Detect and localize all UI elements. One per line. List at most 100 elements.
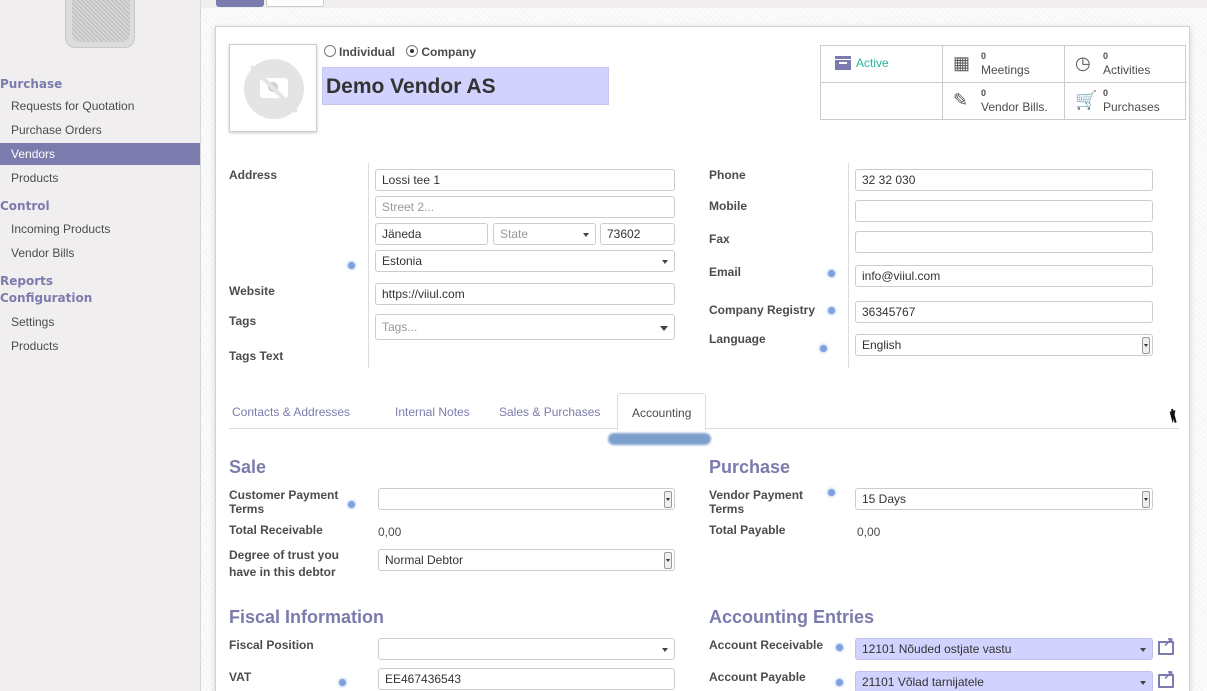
vendor-payment-terms-value: 15 Days: [862, 492, 907, 506]
sidebar-item-purchase-orders[interactable]: Purchase Orders: [0, 119, 200, 141]
sidebar-item-products[interactable]: Products: [0, 167, 200, 189]
tab-contacts-addresses[interactable]: Contacts & Addresses: [232, 405, 350, 419]
required-dot-icon: [836, 679, 843, 686]
sidebar: Purchase Requests for Quotation Purchase…: [0, 0, 200, 691]
tab-sales-purchases[interactable]: Sales & Purchases: [499, 405, 600, 419]
required-dot-icon: [836, 644, 843, 651]
sidebar-item-config-products[interactable]: Products: [0, 335, 200, 357]
city-input[interactable]: Jäneda: [375, 223, 488, 245]
country-select[interactable]: Estonia: [375, 250, 675, 272]
account-receivable-select[interactable]: 12101 Nõuded ostjate vastu: [855, 638, 1153, 660]
meetings-count: 0: [981, 51, 987, 61]
vendor-payment-terms-label-1: Vendor Payment: [709, 488, 804, 502]
partner-avatar[interactable]: [229, 44, 317, 132]
tags-placeholder: Tags...: [382, 320, 418, 334]
active-label: Active: [856, 56, 889, 70]
meetings-label: Meetings: [981, 63, 1030, 77]
sidebar-section-reports[interactable]: Reports: [0, 274, 53, 288]
trust-select[interactable]: Normal Debtor: [378, 549, 675, 571]
mobile-label: Mobile: [709, 199, 747, 213]
meetings-button[interactable]: ▦ 0 Meetings: [943, 46, 1065, 83]
control-panel: [201, 0, 1207, 8]
street2-input[interactable]: Street 2...: [375, 196, 675, 218]
zip-input[interactable]: 73602: [600, 223, 675, 245]
vendor-payment-terms-select[interactable]: 15 Days: [855, 488, 1153, 510]
fiscal-position-label: Fiscal Position: [229, 638, 314, 652]
chevron-down-icon: [583, 233, 589, 237]
activities-button[interactable]: ◷ 0 Activities: [1065, 46, 1187, 83]
street-input[interactable]: Lossi tee 1: [375, 169, 675, 191]
sidebar-item-settings[interactable]: Settings: [0, 311, 200, 333]
sidebar-item-vendors[interactable]: Vendors: [0, 143, 200, 165]
vat-input[interactable]: EE467436543: [378, 668, 675, 690]
vendor-bills-label: Vendor Bills.: [981, 100, 1048, 114]
notebook-tabs: Contacts & Addresses Internal Notes Sale…: [229, 393, 1179, 430]
radio-company[interactable]: [406, 45, 419, 57]
purchases-button[interactable]: 🛒 0 Purchases: [1065, 83, 1187, 120]
radio-label-individual: Individual: [339, 45, 396, 59]
language-value: English: [862, 338, 902, 352]
required-dot-icon: [828, 489, 835, 496]
activities-label: Activities: [1103, 63, 1151, 77]
company-registry-input[interactable]: 36345767: [855, 301, 1153, 323]
radio-label-company: Company: [421, 45, 477, 59]
partner-name-input[interactable]: Demo Vendor AS: [322, 67, 609, 105]
sidebar-section-control: Control: [0, 199, 50, 213]
company-type-radio: Individual Company: [324, 45, 484, 59]
customer-payment-terms-label-1: Customer Payment: [229, 488, 339, 502]
tags-text-label: Tags Text: [229, 349, 284, 363]
required-dot-icon: [339, 679, 346, 686]
smart-buttons: Active ▦ 0 Meetings ◷ 0 Activities ✎ 0 V…: [820, 45, 1187, 120]
highlight-scribble: [608, 433, 711, 445]
fax-label: Fax: [709, 232, 730, 246]
customer-payment-terms-select[interactable]: [378, 488, 675, 510]
chevron-down-icon: [664, 491, 672, 508]
account-receivable-value: 12101 Nõuded ostjate vastu: [862, 642, 1012, 656]
fiscal-position-select[interactable]: [378, 638, 675, 660]
account-receivable-label: Account Receivable: [709, 638, 824, 652]
calendar-icon: ▦: [953, 53, 971, 73]
language-select[interactable]: English: [855, 334, 1153, 356]
customer-payment-terms-label-2: Terms: [229, 502, 265, 516]
sidebar-item-vendor-bills[interactable]: Vendor Bills: [0, 242, 200, 264]
chevron-down-icon: [660, 326, 668, 331]
sidebar-section-purchase: Purchase: [0, 77, 63, 91]
chevron-down-icon: [1140, 681, 1146, 685]
trust-label-1: Degree of trust you: [229, 548, 340, 562]
phone-input[interactable]: 32 32 030: [855, 169, 1153, 191]
state-placeholder: State: [500, 227, 529, 241]
email-input[interactable]: info@viiul.com: [855, 265, 1153, 287]
account-payable-select[interactable]: 21101 Võlad tarnijatele: [855, 671, 1153, 691]
save-button[interactable]: [216, 0, 264, 7]
chevron-down-icon: [1140, 648, 1146, 652]
radio-individual[interactable]: [324, 45, 336, 57]
website-input[interactable]: https://viiul.com: [375, 283, 675, 305]
vendor-payment-terms-label-2: Terms: [709, 502, 745, 516]
fiscal-section-title: Fiscal Information: [229, 607, 385, 627]
vendor-bills-button[interactable]: ✎ 0 Vendor Bills.: [943, 83, 1065, 120]
sidebar-item-rfq[interactable]: Requests for Quotation: [0, 95, 200, 117]
phone-label: Phone: [709, 168, 746, 182]
state-select[interactable]: State: [493, 223, 596, 245]
external-link-icon[interactable]: [1158, 667, 1174, 688]
sale-section-title: Sale: [229, 457, 267, 477]
tab-internal-notes[interactable]: Internal Notes: [395, 405, 470, 419]
vendor-bills-count: 0: [981, 88, 987, 98]
total-receivable-label: Total Receivable: [229, 523, 323, 537]
smart-button-empty: [821, 83, 943, 120]
discard-button[interactable]: [266, 0, 324, 7]
fax-input[interactable]: [855, 231, 1153, 253]
sidebar-item-incoming-products[interactable]: Incoming Products: [0, 218, 200, 240]
chevron-down-icon: [1142, 337, 1150, 354]
mobile-input[interactable]: [855, 200, 1153, 222]
purchase-section-title: Purchase: [709, 457, 791, 477]
tab-accounting[interactable]: Accounting: [617, 393, 707, 430]
chevron-down-icon: [662, 648, 668, 652]
chevron-down-icon: [664, 552, 672, 569]
main-area: Individual Company Demo Vendor AS Active…: [200, 0, 1207, 691]
active-toggle-button[interactable]: Active: [821, 46, 943, 83]
required-dot-icon: [348, 501, 355, 508]
shopping-cart-icon: 🛒: [1075, 90, 1098, 110]
external-link-icon[interactable]: [1158, 634, 1174, 655]
tags-input[interactable]: Tags...: [375, 314, 675, 340]
